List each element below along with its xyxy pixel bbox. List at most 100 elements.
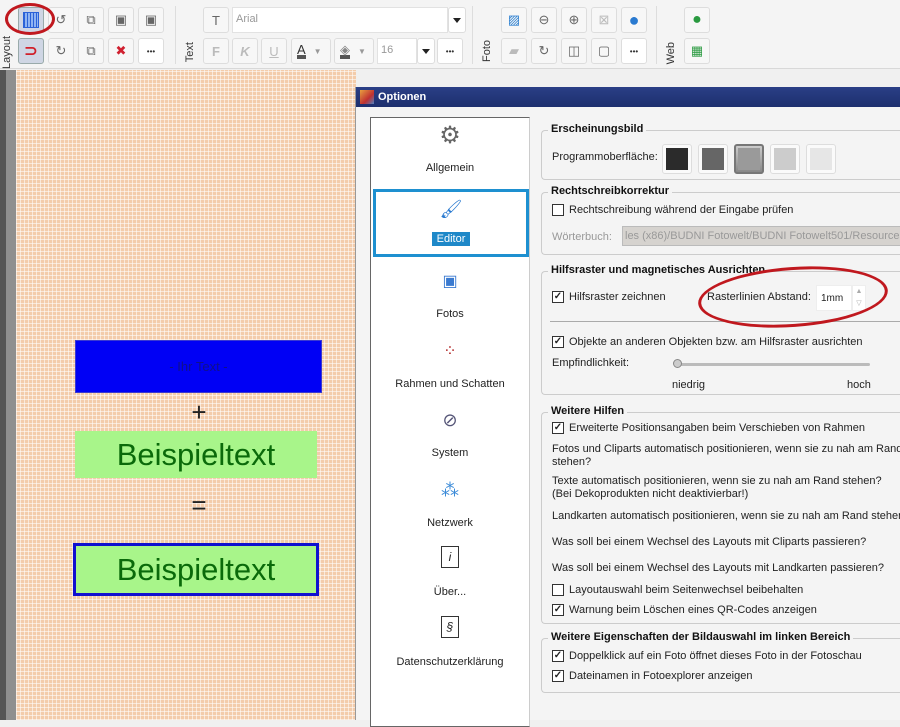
more-icon: •••: [629, 46, 639, 56]
theme-swatch-1[interactable]: [662, 144, 692, 174]
photo-rotate-button[interactable]: ↻: [531, 38, 557, 64]
layout-delete-icon: ✖: [115, 43, 127, 58]
zoom-out-button[interactable]: ⊖: [531, 7, 557, 33]
checkbox-checked[interactable]: ✓: [552, 291, 564, 303]
sidebar-item-rahmen[interactable]: ⁘ Rahmen und Schatten: [371, 334, 529, 402]
sidebar-item-netzwerk[interactable]: ⁂ Netzwerk: [371, 473, 529, 541]
filenames-checkbox[interactable]: ✓ Dateinamen in Fotoexplorer anzeigen: [552, 670, 752, 682]
qr-warning-checkbox[interactable]: ✓ Warnung beim Löschen eines QR-Codes anz…: [552, 604, 817, 616]
options-sidebar: ⚙ Allgemein 🖌 Editor ▣ Fotos ⁘ Rahmen und Sc…: [370, 117, 530, 727]
magnet-button[interactable]: ⊃: [18, 38, 44, 64]
theme-swatch-2[interactable]: [698, 144, 728, 174]
optimize-button[interactable]: ⊠: [591, 7, 617, 33]
theme-swatch-5[interactable]: [806, 144, 836, 174]
layout-next-icon: ▣: [114, 12, 128, 27]
group-label-foto: Foto: [481, 40, 493, 63]
text-more-button[interactable]: •••: [437, 38, 463, 64]
effects-button[interactable]: ●: [621, 7, 647, 33]
bold-button[interactable]: F: [203, 38, 229, 64]
plus-sign: +: [191, 396, 207, 427]
add-web-button[interactable]: ●: [684, 7, 710, 33]
font-family-select[interactable]: Arial: [232, 7, 448, 33]
fit-icon: ▢: [597, 43, 611, 58]
canvas-page[interactable]: - Ihr Text - + Beispieltext = Beispielte…: [16, 70, 356, 720]
sidebar-item-label: Allgemein: [425, 162, 475, 174]
rotate-left-icon: ↺: [55, 12, 67, 27]
group-title: Weitere Eigenschaften der Bildauswahl im…: [548, 631, 854, 643]
bold-icon: F: [212, 43, 220, 59]
checkbox-checked[interactable]: ✓: [552, 670, 564, 682]
highlight-color-button[interactable]: ◈ ▼: [334, 38, 374, 64]
dictionary-label: Wörterbuch:: [552, 231, 612, 243]
placeholder-text-frame[interactable]: - Ihr Text -: [75, 340, 322, 393]
next-layout-button[interactable]: ▣: [108, 7, 134, 33]
sidebar-item-label: Über...: [433, 586, 467, 598]
checkbox-checked[interactable]: ✓: [552, 422, 564, 434]
chevron-down-icon: [422, 48, 430, 54]
checkbox[interactable]: [552, 584, 564, 596]
photo-fit-button[interactable]: ▢: [591, 38, 617, 64]
sidebar-item-system[interactable]: ⊘ System: [371, 403, 529, 471]
add-photo-button[interactable]: ▨: [501, 7, 527, 33]
dialog-titlebar[interactable]: Optionen: [356, 87, 900, 107]
question-photos-cliparts: Fotos und Cliparts automatisch positioni…: [552, 443, 900, 468]
add-text-button[interactable]: T: [203, 7, 229, 33]
keep-layout-checkbox[interactable]: Layoutauswahl beim Seitenwechsel beibeha…: [552, 584, 803, 596]
result-text: Beispieltext: [116, 551, 276, 587]
sample-text-frame[interactable]: Beispieltext: [75, 431, 317, 478]
mirror-icon: ▰: [509, 43, 519, 58]
font-color-button[interactable]: A ▼: [291, 38, 331, 64]
checkbox[interactable]: [552, 204, 564, 216]
zoom-in-button[interactable]: ⊕: [561, 7, 587, 33]
checkbox-checked[interactable]: ✓: [552, 604, 564, 616]
photo-more-button[interactable]: •••: [621, 38, 647, 64]
photo-split-button[interactable]: ◫: [561, 38, 587, 64]
sidebar-item-fotos[interactable]: ▣ Fotos: [371, 264, 529, 332]
underline-button[interactable]: U: [261, 38, 287, 64]
font-size-input[interactable]: 16: [377, 38, 417, 64]
draw-grid-checkbox[interactable]: ✓ Hilfsraster zeichnen: [552, 291, 666, 303]
sidebar-item-ueber[interactable]: i Über...: [371, 542, 529, 610]
question-layout-cliparts: Was soll bei einem Wechsel des Layouts m…: [552, 536, 867, 548]
question-maps: Landkarten automatisch positionieren, we…: [552, 510, 900, 522]
rotate-right-icon: ↻: [55, 43, 67, 58]
add-map-button[interactable]: ▦: [684, 38, 710, 64]
paragraph-icon: §: [441, 616, 459, 638]
theme-swatch-3-selected[interactable]: [734, 144, 764, 174]
checkbox-checked[interactable]: ✓: [552, 336, 564, 348]
photo-mirror-button[interactable]: ▰: [501, 38, 527, 64]
font-size-dropdown[interactable]: [417, 38, 435, 64]
sidebar-item-editor[interactable]: 🖌 Editor: [373, 189, 529, 257]
spellcheck-checkbox[interactable]: Rechtschreibung während der Eingabe prüf…: [552, 204, 793, 216]
more-icon: •••: [146, 46, 156, 56]
save-layout-button[interactable]: ▣: [138, 7, 164, 33]
dictionary-path-field[interactable]: les (x86)/BUDNI Fotowelt/BUDNI Fotowelt5…: [622, 226, 900, 246]
checkbox-checked[interactable]: ✓: [552, 650, 564, 662]
theme-swatch-4[interactable]: [770, 144, 800, 174]
sidebar-item-label: Netzwerk: [427, 517, 473, 529]
send-back-button[interactable]: ⧉: [78, 7, 104, 33]
sidebar-item-allgemein[interactable]: ⚙ Allgemein: [371, 118, 529, 186]
slider-high-label: hoch: [847, 379, 871, 391]
snap-checkbox[interactable]: ✓ Objekte an anderen Objekten bzw. am Hil…: [552, 336, 862, 348]
delete-layout-button[interactable]: ✖: [108, 38, 134, 64]
question-texts: Texte automatisch positionieren, wenn si…: [552, 475, 882, 500]
layout-more-button[interactable]: •••: [138, 38, 164, 64]
dblclick-checkbox[interactable]: ✓ Doppelklick auf ein Foto öffnet dieses …: [552, 650, 862, 662]
group-title: Weitere Hilfen: [548, 405, 628, 417]
slider-thumb[interactable]: [673, 359, 682, 368]
extended-position-checkbox[interactable]: ✓ Erweiterte Positionsangaben beim Versch…: [552, 422, 865, 434]
italic-button[interactable]: K: [232, 38, 258, 64]
appearance-label: Programmoberfläche:: [552, 151, 658, 163]
photo-icon: ▣: [442, 273, 458, 290]
zoom-in-icon: ⊕: [568, 12, 580, 27]
font-family-dropdown[interactable]: [448, 7, 466, 33]
question-layout-maps: Was soll bei einem Wechsel des Layouts m…: [552, 562, 885, 574]
sidebar-item-datenschutz[interactable]: § Datenschutzerklärung: [371, 612, 529, 680]
group-title: Rechtschreibkorrektur: [548, 185, 672, 197]
group-label-text: Text: [184, 42, 196, 63]
bring-front-button[interactable]: ⧉: [78, 38, 104, 64]
result-text-frame[interactable]: Beispieltext: [73, 543, 319, 596]
rotate-right-button[interactable]: ↻: [48, 38, 74, 64]
sensitivity-slider[interactable]: [677, 363, 870, 366]
